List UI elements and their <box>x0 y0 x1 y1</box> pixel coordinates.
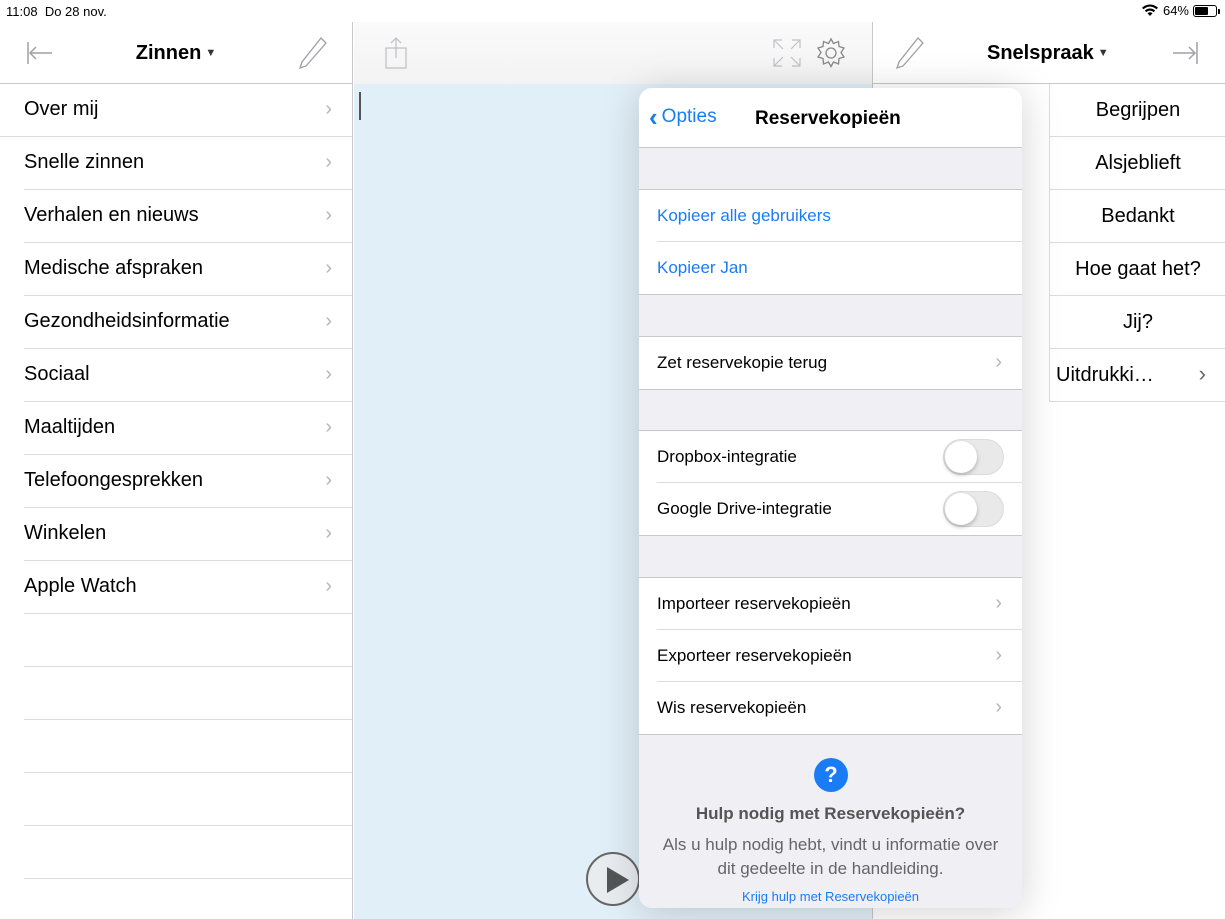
chevron-right-icon: › <box>995 351 1002 373</box>
help-title: Hulp nodig met Reservekopieën? <box>695 804 966 823</box>
expressions-folder-label: Uitdrukki… <box>1056 363 1154 386</box>
chevron-left-icon: ‹ <box>649 102 658 132</box>
pencil-icon[interactable] <box>895 36 925 75</box>
question-icon: ? <box>814 758 848 792</box>
status-date: Do 28 nov. <box>44 4 107 19</box>
wipe-backups-row[interactable]: Wis reservekopieën › <box>657 682 1022 734</box>
back-button-label: Opties <box>661 106 717 127</box>
copy-group: Kopieer alle gebruikers Kopieer Jan <box>639 189 1022 295</box>
chevron-right-icon: › <box>995 696 1002 718</box>
editor-toolbar <box>354 22 872 84</box>
gdrive-integration-row: Google Drive-integratie <box>657 483 1022 535</box>
caret-down-icon: ▼ <box>1097 47 1109 59</box>
arrow-right-bar-icon[interactable] <box>1171 40 1201 71</box>
empty-row <box>24 614 352 667</box>
quick-phrase-item[interactable]: Bedankt <box>1050 190 1225 243</box>
expand-icon[interactable] <box>772 38 802 73</box>
popover-nav-bar: ‹ Opties Reservekopieën <box>639 88 1022 148</box>
list-item[interactable]: Maaltijden › <box>24 402 352 455</box>
list-item-label: Sociaal <box>24 363 90 385</box>
phrases-sidebar: Zinnen ▼ Over mij › Snelle zinnen › Verhalen … <box>0 22 353 919</box>
list-item-label: Gezondheidsinformatie <box>24 310 230 332</box>
restore-backup-row[interactable]: Zet reservekopie terug › <box>657 337 1022 389</box>
list-item[interactable]: Winkelen › <box>24 508 352 561</box>
list-item[interactable]: Medische afspraken › <box>24 243 352 296</box>
gdrive-toggle[interactable] <box>943 491 1004 527</box>
chevron-right-icon: › <box>325 575 332 597</box>
export-backups-row[interactable]: Exporteer reservekopieën › <box>657 630 1022 682</box>
list-item[interactable]: Apple Watch › <box>24 561 352 614</box>
list-item-label: Over mij <box>24 98 99 120</box>
dropbox-integration-row: Dropbox-integratie <box>657 431 1022 483</box>
backups-popover: ‹ Opties Reservekopieën Kopieer alle geb… <box>639 88 1022 908</box>
quick-phrase-list: Begrijpen Alsjeblieft Bedankt Hoe gaat het?… <box>1049 84 1225 402</box>
integration-group: Dropbox-integratie Google Drive-integrat… <box>639 430 1022 536</box>
list-item[interactable]: Telefoongesprekken › <box>24 455 352 508</box>
list-item-label: Winkelen <box>24 522 107 544</box>
import-backups-row[interactable]: Importeer reservekopieën › <box>657 578 1022 630</box>
battery-icon <box>1193 4 1220 17</box>
quick-phrase-item[interactable]: Hoe gaat het? <box>1050 243 1225 296</box>
help-link[interactable]: Krijg hulp met Reservekopieën <box>639 889 1022 904</box>
list-item-label: Maaltijden <box>24 416 116 438</box>
quick-speech-title-dropdown[interactable]: Snelspraak ▼ <box>987 42 1109 65</box>
help-section: ? Hulp nodig met Reservekopieën? Als u h… <box>639 736 1022 908</box>
restore-group: Zet reservekopie terug › <box>639 336 1022 390</box>
status-indicators: 64% <box>1141 3 1220 18</box>
phrases-header: Zinnen ▼ <box>0 22 352 84</box>
chevron-right-icon: › <box>325 522 332 544</box>
chevron-right-icon: › <box>1198 361 1206 386</box>
status-bar: 11:08 Do 28 nov. 64% <box>0 0 1225 22</box>
list-item-label: Apple Watch <box>24 575 137 597</box>
list-item[interactable]: Over mij › <box>0 84 352 137</box>
quick-phrase-item[interactable]: Alsjeblieft <box>1050 137 1225 190</box>
wifi-icon <box>1141 4 1158 16</box>
pencil-icon[interactable] <box>298 36 328 75</box>
chevron-right-icon: › <box>325 204 332 226</box>
chevron-right-icon: › <box>325 363 332 385</box>
list-item[interactable]: Verhalen en nieuws › <box>24 190 352 243</box>
empty-row <box>24 879 352 919</box>
text-cursor <box>359 92 361 120</box>
list-item-label: Verhalen en nieuws <box>24 204 199 226</box>
dropbox-toggle[interactable] <box>943 439 1004 475</box>
empty-row <box>24 667 352 720</box>
expressions-folder-row[interactable]: Uitdrukki… › <box>1050 349 1225 402</box>
chevron-right-icon: › <box>325 469 332 491</box>
list-item-label: Snelle zinnen <box>24 151 145 173</box>
back-button[interactable]: ‹ Opties <box>649 102 717 132</box>
play-icon <box>607 867 629 893</box>
list-item[interactable]: Sociaal › <box>24 349 352 402</box>
status-time: 11:08 Do 28 nov. <box>6 4 107 19</box>
share-icon[interactable] <box>384 36 408 75</box>
list-item-label: Medische afspraken <box>24 257 203 279</box>
quick-speech-header: Snelspraak ▼ <box>873 22 1225 84</box>
gear-icon[interactable] <box>814 36 848 75</box>
chevron-right-icon: › <box>325 416 332 438</box>
chevron-right-icon: › <box>325 310 332 332</box>
copy-all-users-button[interactable]: Kopieer alle gebruikers <box>657 190 1022 242</box>
popover-title: Reservekopieën <box>755 108 901 129</box>
quick-phrase-item[interactable]: Begrijpen <box>1050 84 1225 137</box>
quick-phrase-item[interactable]: Jij? <box>1050 296 1225 349</box>
chevron-right-icon: › <box>325 98 332 120</box>
chevron-right-icon: › <box>325 257 332 279</box>
list-item[interactable]: Gezondheidsinformatie › <box>24 296 352 349</box>
list-item-label: Telefoongesprekken <box>24 469 204 491</box>
battery-fill <box>1195 6 1208 15</box>
help-body: Als u hulp nodig hebt, vindt u informati… <box>662 835 999 878</box>
phrase-category-list: Over mij › Snelle zinnen › Verhalen en nieuw… <box>0 84 352 919</box>
empty-row <box>24 826 352 879</box>
chevron-right-icon: › <box>325 151 332 173</box>
empty-row <box>24 773 352 826</box>
battery-percent: 64% <box>1162 3 1189 18</box>
chevron-right-icon: › <box>995 644 1002 666</box>
empty-row <box>24 720 352 773</box>
manage-backups-group: Importeer reservekopieën › Exporteer rese… <box>639 577 1022 735</box>
caret-down-icon: ▼ <box>205 47 217 59</box>
list-item[interactable]: Snelle zinnen › <box>24 137 352 190</box>
copy-user-button[interactable]: Kopieer Jan <box>657 242 1022 294</box>
chevron-right-icon: › <box>995 592 1002 614</box>
play-button[interactable] <box>586 852 640 906</box>
